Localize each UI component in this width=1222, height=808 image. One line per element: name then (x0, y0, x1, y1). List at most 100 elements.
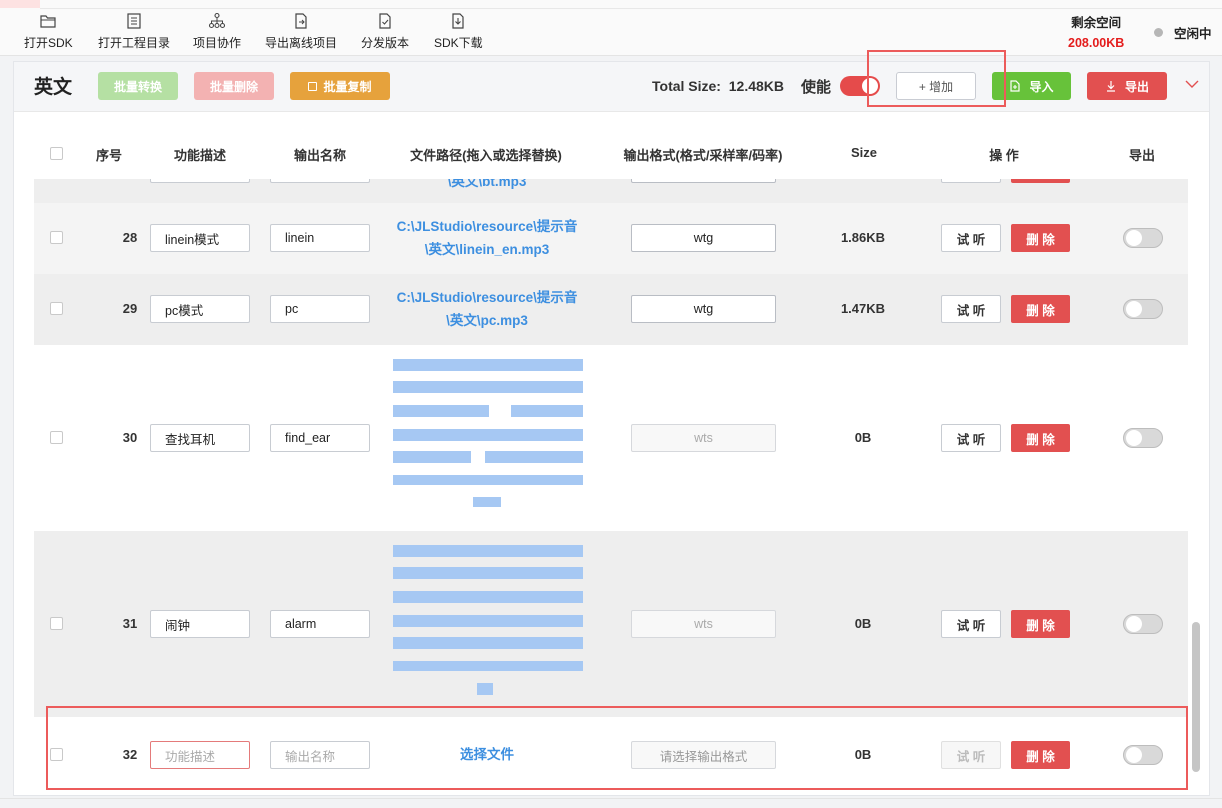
file-path-link[interactable]: C:\JLStudio\resource\提示音 \英文\pc.mp3 (386, 286, 588, 332)
table-header: 序号 功能描述 输出名称 文件路径(拖入或选择替换) 输出格式(格式/采样率/码… (14, 132, 1188, 176)
format-select[interactable]: wtg (631, 295, 776, 323)
name-input[interactable]: pc (270, 295, 370, 323)
list-doc-icon (127, 13, 141, 29)
delete-button[interactable]: 删 除 (1011, 741, 1070, 769)
delete-button[interactable]: 删 除 (1011, 424, 1070, 452)
row-checkbox[interactable] (50, 302, 63, 315)
file-export-icon (295, 13, 307, 29)
listen-button[interactable]: 试 听 (941, 610, 1001, 638)
listen-button[interactable]: 试 听 (941, 424, 1001, 452)
listen-button[interactable]: 试 听 (941, 224, 1001, 252)
export-toggle[interactable] (1123, 228, 1163, 248)
name-input[interactable]: 输出名称 (270, 741, 370, 769)
project-collab-label: 项目协作 (193, 36, 242, 50)
total-size: Total Size: 12.48KB (652, 78, 784, 94)
file-size: 0B (854, 747, 872, 762)
panel-header: 英文 批量转换 批量删除 批量复制 Total Size: 12.48KB 使能… (14, 62, 1209, 112)
table-row: 29 pc模式 pc C:\JLStudio\resource\提示音 \英文\… (34, 274, 1188, 345)
blurred-file-path[interactable] (393, 545, 583, 701)
batch-convert-button[interactable]: 批量转换 (98, 72, 178, 100)
folder-open-icon (40, 15, 56, 28)
file-download-icon (452, 13, 464, 29)
row-checkbox[interactable] (50, 431, 63, 444)
desc-input[interactable] (150, 179, 250, 183)
desc-input[interactable]: linein模式 (150, 224, 250, 252)
sdk-download-button[interactable]: SDK下载 (434, 12, 483, 51)
import-button[interactable]: 导入 (992, 72, 1071, 100)
export-toggle[interactable] (1123, 299, 1163, 319)
file-path-link[interactable]: C:\JLStudio\resource\提示音 \英文\linein_en.m… (386, 215, 588, 261)
delete-button[interactable] (1011, 179, 1070, 183)
status-dot-icon (1154, 28, 1163, 37)
select-all-checkbox[interactable] (50, 147, 63, 160)
col-size: Size (850, 145, 877, 160)
import-file-icon (1010, 80, 1021, 92)
format-select[interactable]: 请选择输出格式 (631, 741, 776, 769)
next-panel-edge (0, 798, 1222, 808)
delete-button[interactable]: 删 除 (1011, 224, 1070, 252)
language-title: 英文 (34, 77, 73, 98)
import-label: 导入 (1029, 79, 1054, 94)
export-toggle[interactable] (1123, 428, 1163, 448)
path-line-1: C:\JLStudio\resource\提示音 (396, 290, 578, 305)
listen-button[interactable]: 试 听 (941, 295, 1001, 323)
status-indicator: 空闲中 (1154, 23, 1212, 42)
open-project-dir-button[interactable]: 打开工程目录 (98, 12, 170, 51)
path-line-2: \英文\pc.mp3 (446, 313, 528, 328)
vertical-scrollbar[interactable] (1190, 182, 1200, 792)
batch-delete-button[interactable]: 批量删除 (194, 72, 274, 100)
name-input[interactable]: find_ear (270, 424, 370, 452)
name-input[interactable]: alarm (270, 610, 370, 638)
path-line-2: \英文\linein_en.mp3 (424, 242, 550, 257)
file-size: 0B (854, 430, 872, 445)
table-row: 28 linein模式 linein C:\JLStudio\resource\… (34, 203, 1188, 274)
export-toggle[interactable] (1123, 614, 1163, 634)
name-input[interactable]: linein (270, 224, 370, 252)
delete-button[interactable]: 删 除 (1011, 295, 1070, 323)
table-row-partial: \英文\bt.mp3 (34, 179, 1188, 203)
open-project-dir-label: 打开工程目录 (98, 36, 171, 50)
desc-input[interactable]: pc模式 (150, 295, 250, 323)
remaining-space: 剩余空间 208.00KB (1068, 12, 1124, 50)
batch-copy-button[interactable]: 批量复制 (290, 72, 390, 100)
desc-input[interactable]: 功能描述 (150, 741, 250, 769)
open-sdk-button[interactable]: 打开SDK (24, 12, 73, 51)
row-index: 29 (122, 301, 138, 316)
col-desc: 功能描述 (173, 148, 226, 163)
delete-button[interactable]: 删 除 (1011, 610, 1070, 638)
status-text: 空闲中 (1174, 27, 1212, 41)
distribute-version-button[interactable]: 分发版本 (361, 12, 409, 51)
row-checkbox[interactable] (50, 748, 63, 761)
path-line-1: C:\JLStudio\resource\提示音 (396, 219, 578, 234)
enable-toggle[interactable] (840, 76, 880, 96)
row-checkbox[interactable] (50, 617, 63, 630)
chevron-down-icon[interactable] (1184, 76, 1200, 92)
blurred-file-path[interactable] (393, 359, 583, 515)
export-offline-button[interactable]: 导出离线项目 (265, 12, 337, 51)
listen-button[interactable]: 试 听 (941, 741, 1001, 769)
copy-icon (308, 81, 318, 91)
format-select[interactable] (631, 179, 776, 183)
export-toggle[interactable] (1123, 745, 1163, 765)
project-collab-button[interactable]: 项目协作 (193, 12, 241, 51)
listen-button[interactable] (941, 179, 1001, 183)
col-export: 导出 (1128, 148, 1155, 163)
export-button[interactable]: 导出 (1087, 72, 1167, 100)
row-index: 30 (122, 430, 138, 445)
format-select[interactable]: wtg (631, 224, 776, 252)
file-check-icon (379, 13, 391, 29)
select-file-link[interactable]: 选择文件 (386, 743, 588, 766)
col-actions: 操 作 (989, 148, 1019, 163)
format-select[interactable]: wts (631, 610, 776, 638)
row-checkbox[interactable] (50, 231, 63, 244)
name-input[interactable] (270, 179, 370, 183)
scrollbar-thumb[interactable] (1192, 622, 1200, 772)
desc-input[interactable]: 闹钟 (150, 610, 250, 638)
col-name: 输出名称 (293, 148, 346, 163)
distribute-version-label: 分发版本 (361, 36, 410, 50)
desc-input[interactable]: 查找耳机 (150, 424, 250, 452)
format-select[interactable]: wts (631, 424, 776, 452)
download-icon (1106, 81, 1115, 92)
file-path-link[interactable]: \英文\bt.mp3 (386, 179, 588, 193)
add-button[interactable]: + 增加 (896, 72, 976, 100)
